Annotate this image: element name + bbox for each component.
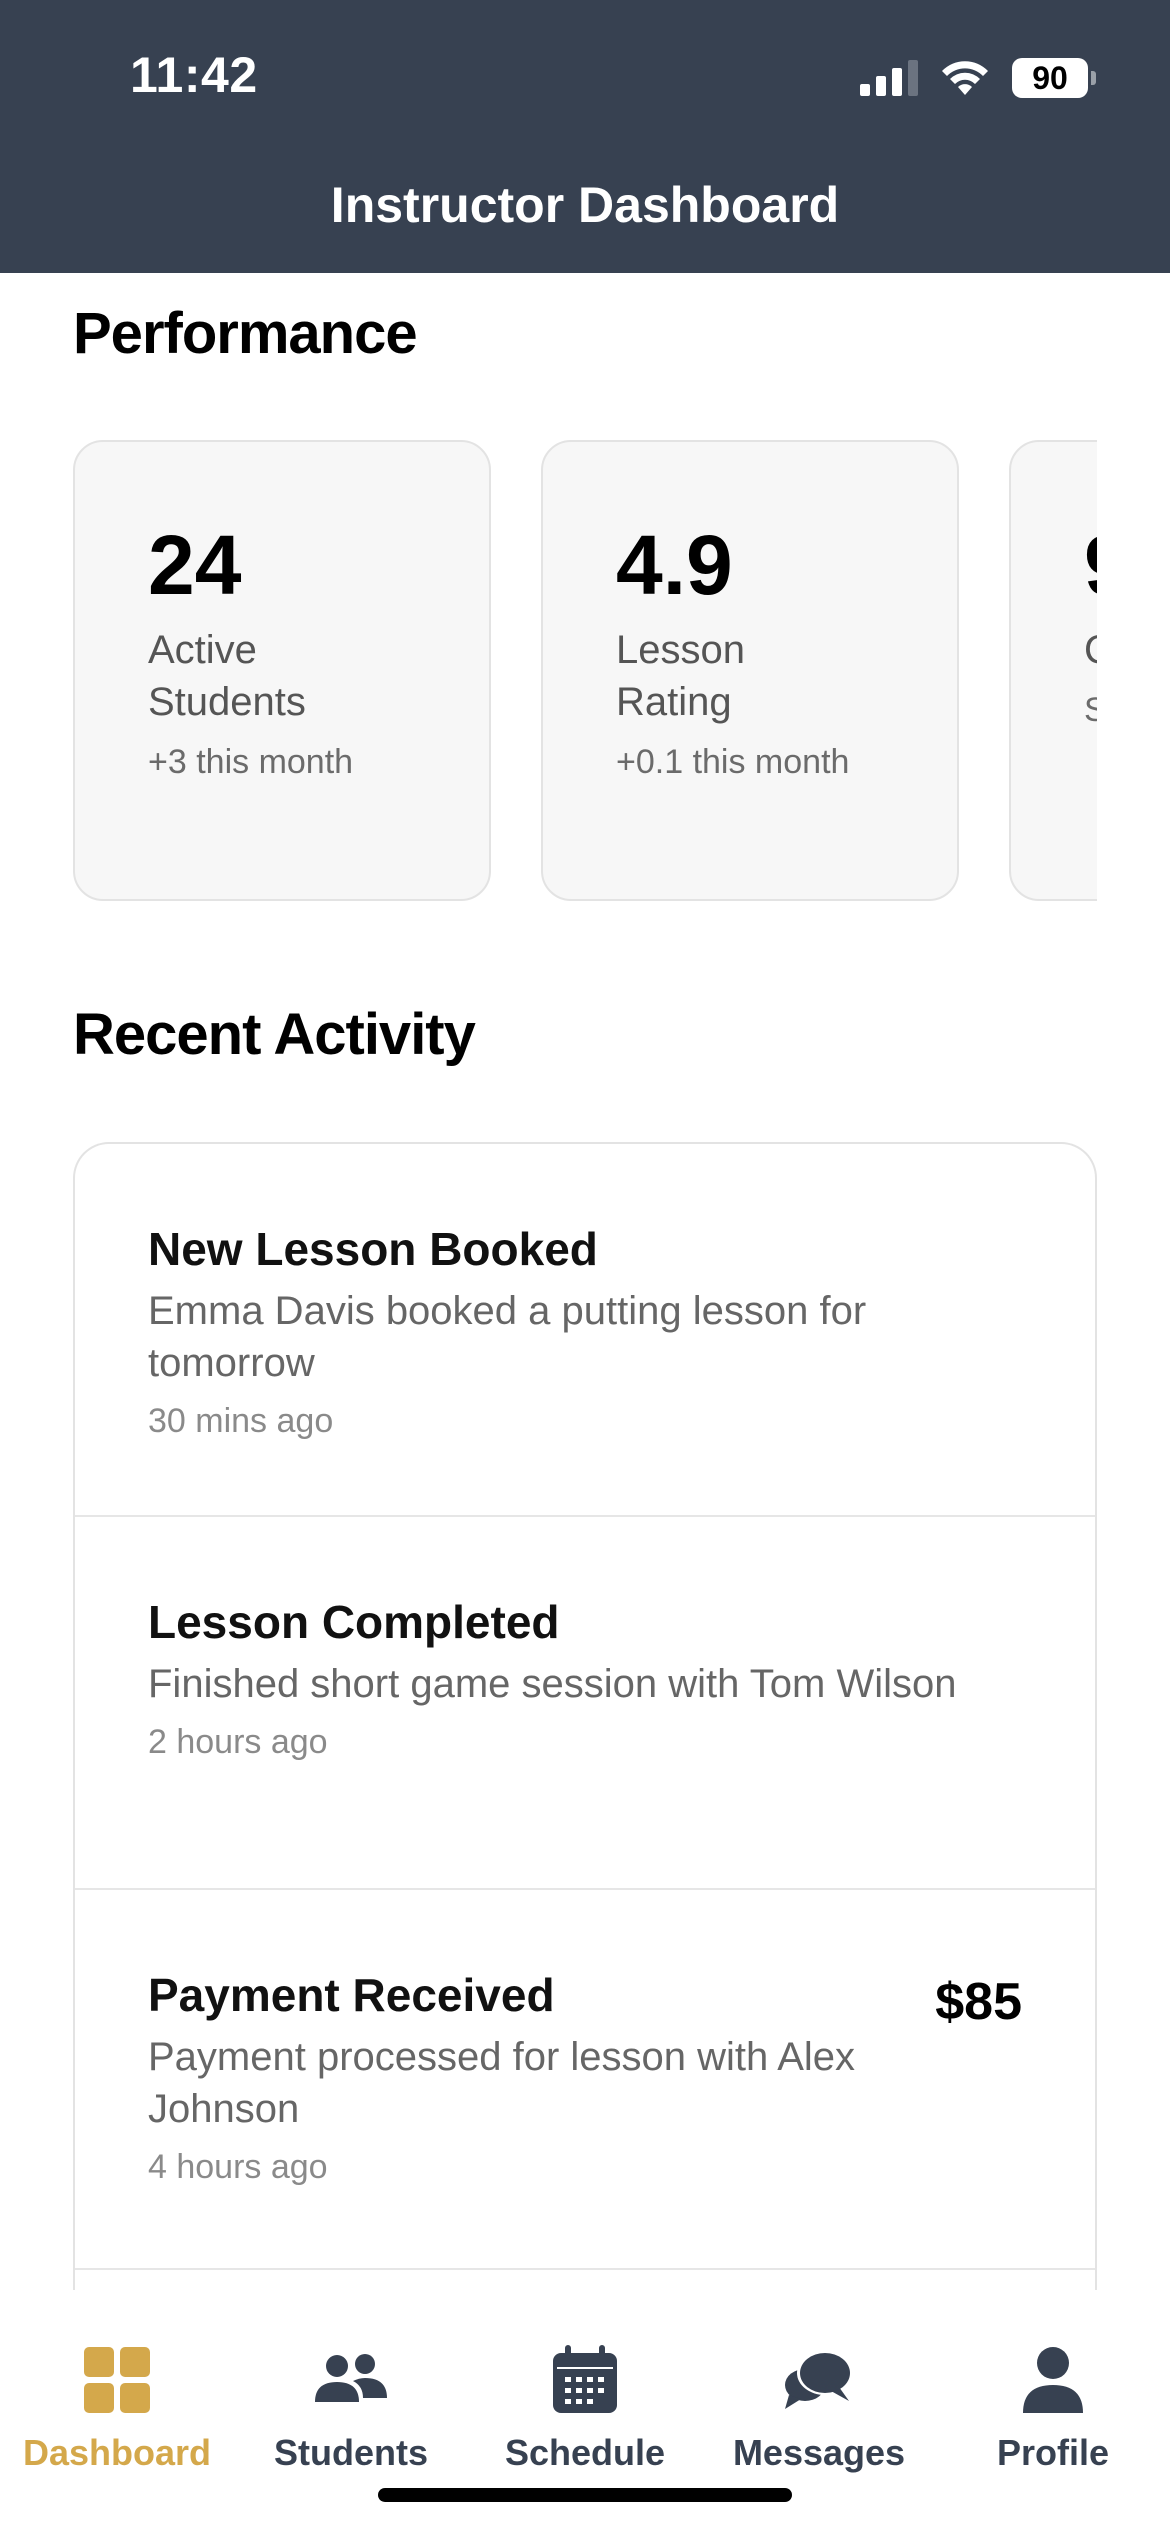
tab-label: Schedule: [504, 2432, 666, 2473]
person-icon: [1023, 2347, 1083, 2413]
tab-label: Students: [273, 2432, 428, 2473]
stat-label: Lesson Rating: [616, 628, 745, 724]
tab-dashboard[interactable]: Dashboard: [0, 2342, 234, 2474]
activity-item[interactable]: New Lesson Booked Emma Davis booked a pu…: [75, 1144, 1095, 1517]
battery-level: 90: [1032, 60, 1068, 96]
recent-activity-heading: Recent Activity: [73, 1002, 476, 1067]
stat-change: +3 this month: [148, 743, 354, 781]
page-title: Instructor Dashboard: [330, 177, 840, 233]
chat-bubbles-icon: [785, 2351, 853, 2409]
stat-card-active-students[interactable]: 24 Active Students +3 this month: [73, 440, 491, 901]
activity-time: 2 hours ago: [148, 1723, 328, 1761]
stat-value: 4.9: [616, 518, 733, 612]
stat-value: 9: [1084, 520, 1097, 610]
stat-card-partial[interactable]: 9 C R S n: [1009, 440, 1097, 901]
activity-title: New Lesson Booked: [148, 1223, 598, 1275]
wifi-icon: [942, 61, 988, 95]
performance-cards-scroller[interactable]: 24 Active Students +3 this month 4.9 Les…: [73, 440, 1097, 903]
tab-label: Dashboard: [22, 2432, 212, 2473]
calendar-icon: [553, 2345, 617, 2413]
users-icon: [315, 2354, 387, 2402]
stat-card-lesson-rating[interactable]: 4.9 Lesson Rating +0.1 this month: [541, 440, 959, 901]
activity-description: Payment processed for lesson with Alex J…: [148, 2035, 856, 2131]
screen: 11:42 90 Instructor Dashboard Performanc…: [0, 0, 1170, 2532]
status-time: 11:42: [130, 47, 258, 103]
battery-icon: 90: [1012, 58, 1096, 98]
activity-list: New Lesson Booked Emma Davis booked a pu…: [73, 1142, 1097, 2302]
activity-description: Finished short game session with Tom Wil…: [148, 1662, 957, 1706]
app-header: 11:42 90 Instructor Dashboard: [0, 0, 1170, 273]
activity-title: Payment Received: [148, 1969, 555, 2021]
cellular-signal-icon: [860, 60, 918, 96]
performance-heading: Performance: [73, 301, 418, 366]
payment-amount: $85: [935, 1973, 1022, 2031]
activity-time: 30 mins ago: [148, 1402, 334, 1440]
grid-icon: [84, 2347, 150, 2413]
activity-item[interactable]: Lesson Completed Finished short game ses…: [75, 1517, 1095, 1890]
activity-description: Emma Davis booked a putting lesson for t…: [148, 1289, 867, 1385]
home-indicator[interactable]: [378, 2488, 792, 2502]
tab-label: Profile: [996, 2432, 1110, 2473]
stat-change: +0.1 this month: [616, 743, 850, 781]
tab-profile[interactable]: Profile: [936, 2342, 1170, 2474]
tab-label: Messages: [732, 2432, 906, 2473]
tab-students[interactable]: Students: [234, 2342, 468, 2474]
activity-title: Lesson Completed: [148, 1596, 560, 1648]
stat-value: 24: [148, 518, 242, 612]
stat-label: C R: [1084, 624, 1097, 676]
stat-change: S n: [1084, 691, 1097, 729]
stat-label: Active Students: [148, 628, 306, 724]
tab-schedule[interactable]: Schedule: [468, 2342, 702, 2474]
tab-messages[interactable]: Messages: [702, 2342, 936, 2474]
activity-time: 4 hours ago: [148, 2148, 328, 2186]
activity-item[interactable]: Payment Received $85 Payment processed f…: [75, 1890, 1095, 2270]
status-icons: 90: [860, 56, 1096, 100]
